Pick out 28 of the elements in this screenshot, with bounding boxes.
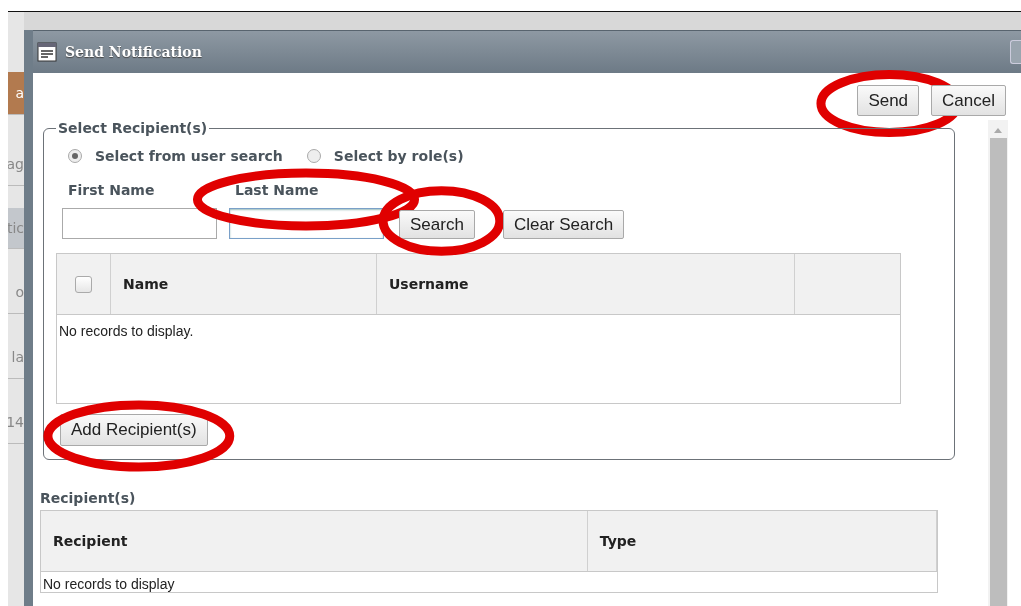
document-icon [37,42,57,62]
input-field[interactable] [62,208,217,239]
cancel-button[interactable]: Cancel [931,85,1006,116]
field-label: Last Name [234,182,319,198]
column-header[interactable]: Username [389,276,469,292]
add-recipients-button[interactable]: Add Recipient(s) [60,414,208,446]
radio-option[interactable]: Select by role(s) [306,148,464,164]
scroll-up-icon[interactable] [993,126,1003,134]
group-legend: Select Recipient(s) [56,120,210,136]
sidebar-tab[interactable]: a [8,72,24,115]
window-title: Send Notification [65,44,203,60]
empty-message: No records to display. [58,322,195,339]
clear-search-button[interactable]: Clear Search [502,210,625,239]
close-button[interactable] [1010,40,1021,64]
field-label: First Name [67,182,155,198]
radio-icon[interactable] [68,149,82,163]
radio-icon[interactable] [306,149,321,163]
send-button[interactable]: Send [857,85,920,116]
column-header[interactable]: Recipient [53,533,128,549]
column-header[interactable]: Type [599,533,637,549]
select-all-checkbox[interactable] [75,275,92,293]
section-title: Recipient(s) [40,490,137,506]
empty-message: No records to display [42,575,176,592]
radio-option[interactable]: Select from user search [68,148,283,164]
search-button[interactable]: Search [399,210,475,239]
column-header[interactable]: Name [123,276,169,292]
input-field[interactable] [229,208,384,239]
scrollbar[interactable] [988,120,1008,606]
